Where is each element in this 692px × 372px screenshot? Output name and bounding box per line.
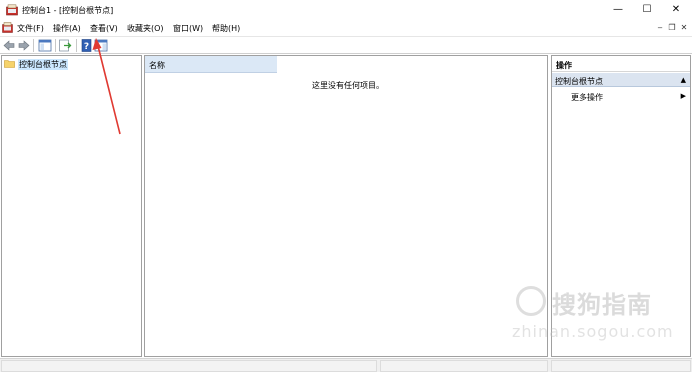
more-actions-item[interactable]: 更多操作 ▶: [552, 89, 690, 103]
actions-section-console-root[interactable]: 控制台根节点 ▲: [552, 73, 690, 87]
empty-list-message: 这里没有任何项目。: [312, 81, 384, 90]
submenu-arrow-icon: ▶: [680, 92, 686, 100]
export-list-icon[interactable]: [58, 39, 72, 52]
menu-file[interactable]: 文件(F): [17, 23, 44, 34]
menu-bar: 文件(F) 操作(A) 查看(V) 收藏夹(O) 窗口(W) 帮助(H) ‒ ❐…: [0, 20, 692, 36]
results-pane[interactable]: 名称 这里没有任何项目。: [144, 55, 548, 357]
status-cell: [380, 360, 548, 372]
status-cell: [1, 360, 377, 372]
actions-pane-title: 操作: [552, 56, 690, 72]
mdi-minimize-button[interactable]: ‒: [655, 22, 665, 33]
toolbar-separator: [33, 39, 34, 52]
action-pane-icon[interactable]: [94, 39, 108, 52]
close-button[interactable]: ✕: [662, 0, 690, 20]
status-bar: [0, 358, 692, 372]
console-document-icon[interactable]: [2, 22, 13, 33]
window-title: 控制台1 - [控制台根节点]: [22, 6, 114, 15]
actions-pane: 操作 控制台根节点 ▲ 更多操作 ▶: [551, 55, 691, 357]
mdi-restore-button[interactable]: ❐: [667, 22, 677, 33]
console-tree-pane[interactable]: 控制台根节点: [1, 55, 142, 357]
mdi-close-button[interactable]: ✕: [679, 22, 689, 33]
menu-action[interactable]: 操作(A): [53, 23, 81, 34]
tree-item-label: 控制台根节点: [18, 59, 68, 70]
more-actions-label: 更多操作: [571, 93, 603, 102]
mmc-app-icon: [6, 4, 18, 16]
column-header-label: 名称: [149, 61, 165, 70]
column-header-name[interactable]: 名称: [145, 56, 277, 73]
minimize-button[interactable]: —: [604, 0, 632, 20]
actions-section-label: 控制台根节点: [555, 77, 603, 86]
title-bar: 控制台1 - [控制台根节点] — ☐ ✕: [0, 0, 692, 20]
toolbar-separator: [55, 39, 56, 52]
toolbar-separator: [76, 39, 77, 52]
show-hide-tree-icon[interactable]: [38, 39, 52, 52]
back-icon[interactable]: [2, 39, 16, 52]
toolbar: ?: [0, 36, 692, 54]
status-cell: [551, 360, 691, 372]
menu-view[interactable]: 查看(V): [90, 23, 118, 34]
folder-icon: [4, 60, 15, 68]
svg-text:?: ?: [84, 42, 89, 52]
menu-help[interactable]: 帮助(H): [212, 23, 240, 34]
menu-window[interactable]: 窗口(W): [173, 23, 203, 34]
maximize-button[interactable]: ☐: [633, 0, 661, 20]
menu-favorites[interactable]: 收藏夹(O): [127, 23, 164, 34]
forward-icon[interactable]: [17, 39, 31, 52]
help-icon[interactable]: ?: [80, 39, 94, 52]
collapse-up-icon[interactable]: ▲: [681, 76, 686, 84]
